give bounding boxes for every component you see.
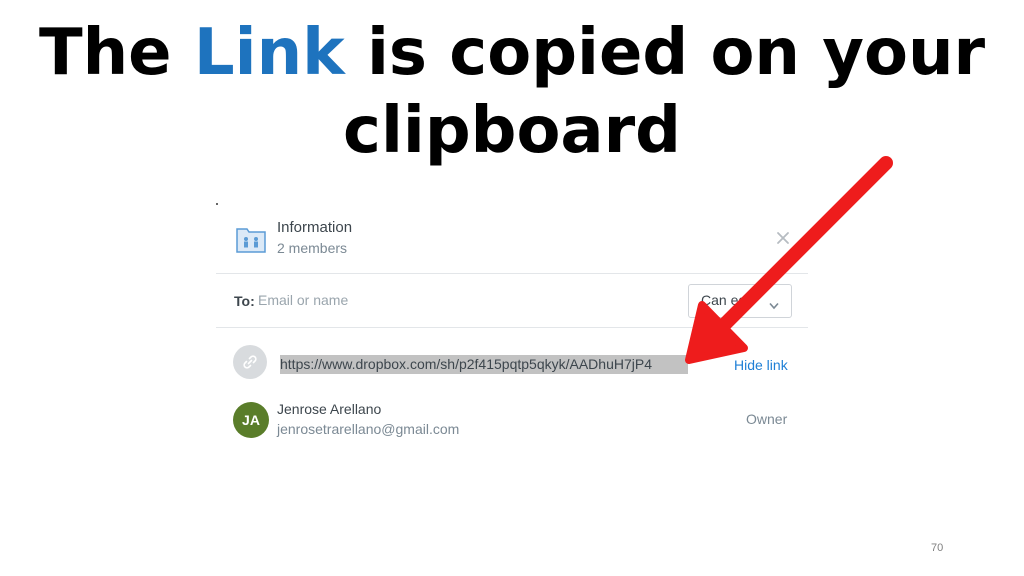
permission-label: Can edit [701, 292, 754, 308]
title-accent-link: Link [193, 16, 345, 90]
member-name: Jenrose Arellano [277, 401, 382, 417]
info-header: Information 2 members [216, 203, 808, 274]
email-or-name-input[interactable] [258, 289, 678, 311]
shared-link-row: https://www.dropbox.com/sh/p2f415pqtp5qk… [216, 341, 808, 381]
member-email: jenrosetrarellano@gmail.com [277, 421, 460, 437]
title-before: The [38, 16, 194, 90]
close-icon[interactable] [773, 228, 793, 248]
page-number: 70 [931, 542, 944, 554]
shared-link-url[interactable]: https://www.dropbox.com/sh/p2f415pqtp5qk… [280, 355, 688, 374]
slide-title: The Link is copied on your clipboard [0, 14, 1024, 170]
permission-dropdown[interactable]: Can edit [688, 284, 792, 318]
invite-row: To: Can edit [216, 274, 808, 328]
avatar: JA [233, 402, 269, 438]
sharing-info-panel: Information 2 members To: Can edit [216, 203, 808, 453]
hide-link-button[interactable]: Hide link [734, 357, 788, 373]
member-count: 2 members [277, 240, 348, 256]
shared-folder-icon [235, 224, 267, 254]
to-label: To: [234, 293, 255, 309]
link-icon [233, 345, 267, 379]
title-after: is copied on your clipboard [343, 16, 986, 168]
member-role: Owner [746, 411, 788, 427]
chevron-down-icon [769, 297, 779, 310]
info-title: Information [277, 219, 353, 236]
member-row: JA Jenrose Arellano jenrosetrarellano@gm… [216, 395, 808, 445]
